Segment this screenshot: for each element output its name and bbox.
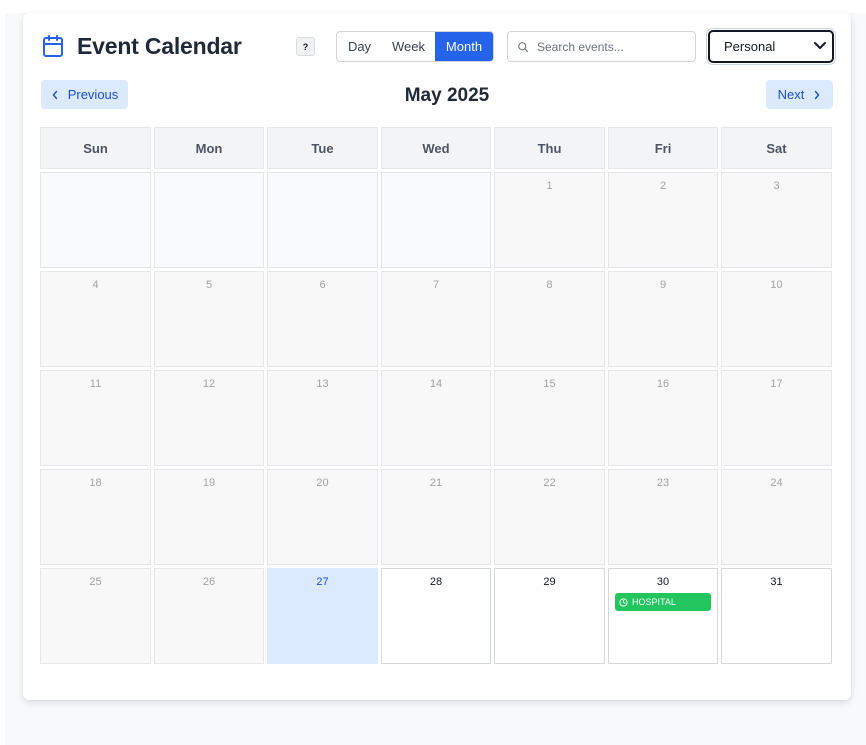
day-number: 6 xyxy=(319,279,326,291)
day-number: 28 xyxy=(429,576,443,588)
chevron-right-icon xyxy=(815,90,820,99)
day-cell[interactable]: 5 xyxy=(154,271,264,367)
view-week-button[interactable]: Week xyxy=(382,32,435,61)
calendar-icon xyxy=(43,35,63,57)
calendar-select-value: Personal xyxy=(724,39,776,54)
weekday-header: Wed xyxy=(381,127,491,169)
day-number: 2 xyxy=(659,180,667,192)
calendar-select[interactable]: Personal xyxy=(708,30,834,63)
weekday-header: Sun xyxy=(40,127,151,169)
day-cell[interactable]: 25 xyxy=(40,568,151,664)
day-number: 26 xyxy=(202,576,216,588)
event-chip[interactable]: HOSPITAL xyxy=(615,593,711,611)
day-cell[interactable]: 6 xyxy=(267,271,378,367)
weekday-header: Thu xyxy=(494,127,605,169)
day-cell[interactable]: 22 xyxy=(494,469,605,565)
day-cell[interactable]: 14 xyxy=(381,370,491,466)
search-box xyxy=(507,31,696,62)
day-cell[interactable]: 11 xyxy=(40,370,151,466)
day-number: 20 xyxy=(316,477,329,489)
day-number: 23 xyxy=(656,477,670,489)
day-number: 9 xyxy=(659,279,667,291)
weekday-header: Mon xyxy=(154,127,264,169)
day-cell-today[interactable]: 27 xyxy=(267,568,378,664)
day-number: 14 xyxy=(429,378,443,390)
clock-icon xyxy=(619,597,628,607)
day-number: 22 xyxy=(543,477,556,489)
day-number: 8 xyxy=(546,279,553,291)
day-number: 25 xyxy=(89,576,102,588)
month-title: May 2025 xyxy=(404,85,490,106)
day-number: 29 xyxy=(543,576,556,588)
day-number: 16 xyxy=(656,378,670,390)
day-number: 4 xyxy=(92,279,99,291)
day-cell[interactable]: 15 xyxy=(494,370,605,466)
day-number: 1 xyxy=(546,180,553,192)
day-cell[interactable]: 18 xyxy=(40,469,151,565)
day-number: 21 xyxy=(429,477,443,489)
day-cell[interactable]: 28 xyxy=(381,568,491,664)
day-cell[interactable]: 8 xyxy=(494,271,605,367)
day-cell[interactable]: 19 xyxy=(154,469,264,565)
help-button[interactable]: ? xyxy=(296,37,315,56)
day-number: 3 xyxy=(773,180,780,192)
event-label: HOSPITAL xyxy=(632,597,676,607)
day-cell[interactable]: 12 xyxy=(154,370,264,466)
day-cell[interactable]: 21 xyxy=(381,469,491,565)
day-cell[interactable]: 7 xyxy=(381,271,491,367)
day-cell[interactable]: 10 xyxy=(721,271,832,367)
view-month-button[interactable]: Month xyxy=(435,32,493,61)
day-cell[interactable]: 30 HOSPITAL xyxy=(608,568,718,664)
day-number: 19 xyxy=(202,477,216,489)
empty-day-cell xyxy=(267,172,378,268)
day-cell[interactable]: 13 xyxy=(267,370,378,466)
day-number: 7 xyxy=(432,279,440,291)
day-cell[interactable]: 29 xyxy=(494,568,605,664)
search-icon xyxy=(518,42,529,53)
day-cell[interactable]: 26 xyxy=(154,568,264,664)
day-cell[interactable]: 4 xyxy=(40,271,151,367)
day-number: 11 xyxy=(89,378,102,390)
day-number: 5 xyxy=(205,279,213,291)
previous-button[interactable]: Previous xyxy=(41,80,128,109)
day-cell[interactable]: 31 xyxy=(721,568,832,664)
day-cell[interactable]: 9 xyxy=(608,271,718,367)
day-cell[interactable]: 17 xyxy=(721,370,832,466)
chevron-left-icon xyxy=(52,90,57,99)
page-title: Event Calendar xyxy=(77,33,242,59)
day-cell[interactable]: 2 xyxy=(608,172,718,268)
day-number: 15 xyxy=(543,378,556,390)
next-button-label: Next xyxy=(777,87,805,102)
day-number: 31 xyxy=(770,576,783,588)
day-number: 18 xyxy=(89,477,102,489)
day-cell[interactable]: 16 xyxy=(608,370,718,466)
day-cell[interactable]: 20 xyxy=(267,469,378,565)
view-day-button[interactable]: Day xyxy=(337,32,382,61)
empty-day-cell xyxy=(40,172,151,268)
day-cell[interactable]: 3 xyxy=(721,172,832,268)
day-number: 17 xyxy=(770,378,783,390)
day-number: 27 xyxy=(316,576,329,588)
day-number: 24 xyxy=(770,477,783,489)
day-cell[interactable]: 24 xyxy=(721,469,832,565)
day-number: 30 xyxy=(656,576,670,588)
search-input[interactable] xyxy=(537,32,687,61)
next-button[interactable]: Next xyxy=(766,80,833,109)
weekday-header: Sat xyxy=(721,127,832,169)
chevron-down-icon xyxy=(814,42,826,49)
day-number: 12 xyxy=(202,378,216,390)
day-cell[interactable]: 1 xyxy=(494,172,605,268)
day-cell[interactable]: 23 xyxy=(608,469,718,565)
previous-button-label: Previous xyxy=(67,87,119,102)
weekday-header: Fri xyxy=(608,127,718,169)
calendar-card: Event Calendar ? Day Week Month Personal… xyxy=(23,13,851,700)
view-switcher: Day Week Month xyxy=(336,31,494,62)
empty-day-cell xyxy=(154,172,264,268)
weekday-header: Tue xyxy=(267,127,378,169)
day-number: 13 xyxy=(316,378,329,390)
empty-day-cell xyxy=(381,172,491,268)
day-number: 10 xyxy=(770,279,783,291)
